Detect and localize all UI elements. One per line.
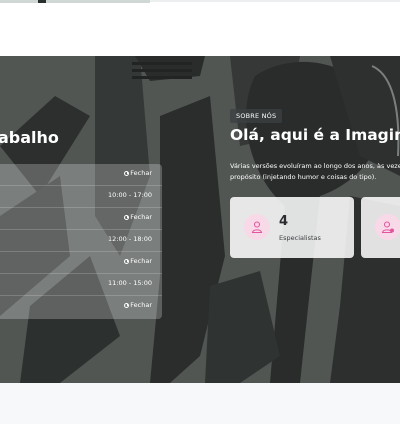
clock-icon — [124, 258, 130, 264]
hours-row: Fechar — [0, 208, 162, 230]
clock-icon — [124, 170, 130, 176]
stat-number: 4 — [279, 214, 289, 229]
hours-value: Fechar — [124, 257, 152, 265]
hours-row: Fechar — [0, 296, 162, 318]
hours-row: 11:00 - 15:00 — [0, 274, 162, 296]
thumbnail-image — [0, 0, 150, 3]
thumbnail-detail — [38, 0, 46, 3]
stat-card-second — [361, 197, 400, 258]
hours-value: 11:00 - 15:00 — [108, 279, 152, 287]
hours-row: 10:00 - 17:00 — [0, 186, 162, 208]
stat-card-specialists: 4 Especialistas — [230, 197, 354, 258]
hours-value: 12:00 - 18:00 — [108, 235, 152, 243]
about-description: Várias versões evoluíram ao longo dos an… — [230, 162, 400, 181]
page-bottom — [0, 383, 400, 424]
about-title: Olá, aqui é a Imagine Be — [230, 126, 400, 144]
working-hours-panel: Fechar 10:00 - 17:00 Fechar 12:00 - 18:0… — [0, 164, 162, 319]
hours-value: Fechar — [124, 301, 152, 309]
stat-label: Especialistas — [279, 234, 321, 242]
person-icon — [244, 214, 270, 240]
clock-icon — [124, 214, 130, 220]
hours-row: Fechar — [0, 252, 162, 274]
about-badge: SOBRE NÓS — [230, 109, 283, 123]
hours-value: 10:00 - 17:00 — [108, 191, 152, 199]
hero-section: abalho Fechar 10:00 - 17:00 Fechar 12:00… — [0, 56, 400, 383]
clock-icon — [124, 302, 130, 308]
person-check-icon — [375, 214, 400, 240]
hours-value: Fechar — [124, 213, 152, 221]
top-strip — [0, 0, 400, 56]
hours-row: 12:00 - 18:00 — [0, 230, 162, 252]
working-hours-title: abalho — [0, 128, 59, 147]
hours-value: Fechar — [124, 169, 152, 177]
divider — [150, 0, 400, 2]
hours-row: Fechar — [0, 164, 162, 186]
